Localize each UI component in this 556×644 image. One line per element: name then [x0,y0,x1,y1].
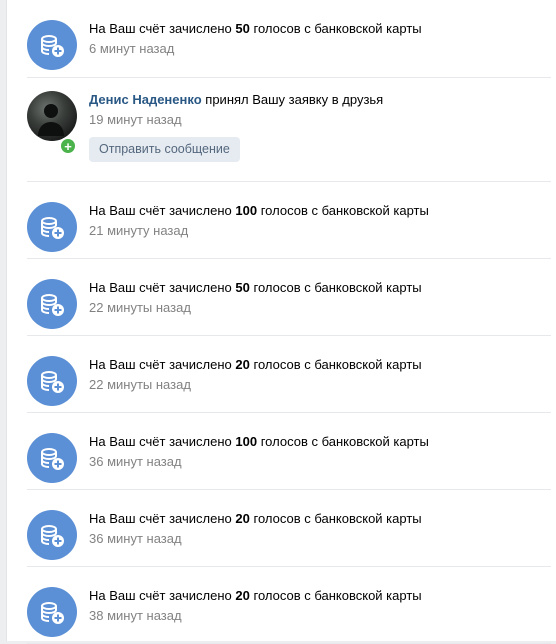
notifications-panel: На Ваш счёт зачислено 50 голосов с банко… [6,0,556,644]
timestamp: 36 минут назад [89,454,182,469]
timestamp: 36 минут назад [89,531,182,546]
coins-plus-icon [27,20,77,70]
avatar[interactable]: + [27,91,77,155]
timestamp: 38 минут назад [89,608,182,623]
notification-item[interactable]: На Ваш счёт зачислено 20 голосов с банко… [27,567,551,644]
coins-plus-icon [27,510,77,560]
add-friend-badge-icon: + [59,137,77,155]
amount: 20 [235,357,250,372]
notification-text: На Ваш счёт зачислено 20 голосов с банко… [89,511,422,526]
timestamp: 22 минуты назад [89,300,191,315]
coins-plus-icon [27,433,77,483]
notification-text: На Ваш счёт зачислено 100 голосов с банк… [89,434,429,449]
notification-item-friend[interactable]: + Денис Надененко принял Вашу заявку в д… [27,78,551,182]
timestamp: 21 минуту назад [89,223,189,238]
notification-text: На Ваш счёт зачислено 50 голосов с банко… [89,280,422,295]
notification-text: На Ваш счёт зачислено 50 голосов с банко… [89,21,422,36]
amount: 50 [235,21,250,36]
notifications-feed: На Ваш счёт зачислено 50 голосов с банко… [7,0,556,644]
notification-item[interactable]: На Ваш счёт зачислено 50 голосов с банко… [27,0,551,78]
notification-item[interactable]: На Ваш счёт зачислено 50 голосов с банко… [27,259,551,336]
amount: 50 [235,280,250,295]
notification-item[interactable]: На Ваш счёт зачислено 20 голосов с банко… [27,336,551,413]
notification-text: На Ваш счёт зачислено 20 голосов с банко… [89,588,422,603]
amount: 100 [235,203,258,218]
timestamp: 19 минут назад [89,112,182,127]
user-name-link[interactable]: Денис Надененко [89,92,202,107]
amount: 20 [235,511,250,526]
coins-plus-icon [27,587,77,637]
notification-item[interactable]: На Ваш счёт зачислено 20 голосов с банко… [27,490,551,567]
notification-item[interactable]: На Ваш счёт зачислено 100 голосов с банк… [27,182,551,259]
send-message-button[interactable]: Отправить сообщение [89,137,240,162]
coins-plus-icon [27,279,77,329]
coins-plus-icon [27,202,77,252]
timestamp: 6 минут назад [89,41,175,56]
amount: 20 [235,588,250,603]
notification-text: На Ваш счёт зачислено 20 голосов с банко… [89,357,422,372]
amount: 100 [235,434,258,449]
notification-item[interactable]: На Ваш счёт зачислено 100 голосов с банк… [27,413,551,490]
notification-text: На Ваш счёт зачислено 100 голосов с банк… [89,203,429,218]
coins-plus-icon [27,356,77,406]
timestamp: 22 минуты назад [89,377,191,392]
notification-text: Денис Надененко принял Вашу заявку в дру… [89,92,384,107]
